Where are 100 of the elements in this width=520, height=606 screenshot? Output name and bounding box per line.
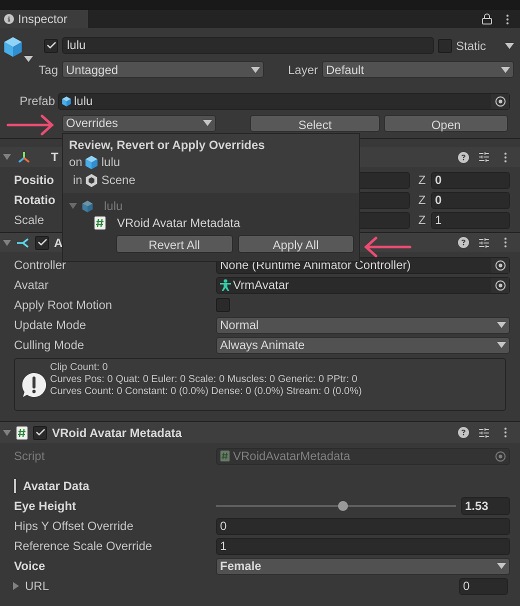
- number-field[interactable]: 0: [431, 192, 510, 208]
- caret-icon: [501, 66, 510, 72]
- dropdown[interactable]: Default: [322, 61, 514, 78]
- in-label: in: [73, 172, 82, 189]
- script-icon: [16, 426, 28, 440]
- info-text: Curves Count: 0 Constant: 0 (0.0%) Dense: 0 (0.0%) Stream: 0 (0.0%): [50, 386, 362, 398]
- branch-icon: [16, 236, 30, 248]
- object-field[interactable]: VrmAvatar: [216, 276, 510, 294]
- field-label: Prefab: [18, 93, 56, 110]
- cube-icon: [84, 154, 100, 170]
- dropdown-caret-icon: [24, 56, 33, 62]
- overrides-dropdown[interactable]: Overrides: [62, 114, 216, 132]
- field-label: Rotatio: [14, 192, 56, 209]
- enabled-checkbox[interactable]: [35, 236, 49, 250]
- script-icon: [220, 450, 230, 462]
- active-checkbox[interactable]: [44, 38, 58, 52]
- field-label: Scale: [14, 212, 44, 229]
- caret-icon: [251, 66, 260, 72]
- target-name: lulu: [101, 154, 120, 171]
- caret-icon: [497, 342, 506, 348]
- field-label: Hips Y Offset Override: [14, 518, 134, 535]
- scene-icon: [84, 172, 100, 188]
- popup-title: Review, Revert or Apply Overrides: [69, 137, 266, 153]
- arrow-icon: [362, 236, 412, 258]
- arrow-icon: [6, 114, 56, 136]
- caret-icon: [497, 563, 506, 569]
- number-field[interactable]: 1.53: [461, 497, 510, 515]
- field-label: URL: [25, 578, 50, 595]
- cube-icon: [2, 36, 24, 58]
- name-field[interactable]: lulu: [62, 37, 434, 54]
- settings-icon[interactable]: [478, 236, 490, 248]
- number-field[interactable]: 1: [216, 538, 510, 554]
- dropdown[interactable]: Normal: [216, 316, 510, 334]
- object-field[interactable]: lulu: [58, 92, 510, 110]
- help-icon[interactable]: [458, 152, 469, 162]
- settings-icon[interactable]: [478, 151, 490, 163]
- expand-arrow-icon[interactable]: [3, 238, 11, 246]
- open-button[interactable]: Open: [384, 114, 508, 132]
- caret-icon: [203, 120, 212, 126]
- component-title: VRoid Avatar Metadata: [52, 424, 182, 442]
- enabled-checkbox[interactable]: [33, 426, 47, 440]
- field-label: Reference Scale Override: [14, 538, 154, 555]
- dropdown[interactable]: Female: [216, 558, 510, 574]
- check-icon: [34, 427, 46, 438]
- collapse-arrow-icon[interactable]: [12, 582, 20, 590]
- static-checkbox[interactable]: [438, 38, 452, 52]
- field-label: Controller: [14, 257, 68, 274]
- count-field[interactable]: 0: [459, 578, 508, 594]
- field-label: Layer: [288, 62, 318, 78]
- cube-icon: [61, 96, 72, 106]
- section-title: Avatar Data: [23, 478, 90, 495]
- dropdown[interactable]: Untagged: [62, 61, 264, 78]
- tree-item[interactable]: VRoid Avatar Metadata: [117, 214, 240, 232]
- field-label: Positio: [14, 172, 54, 189]
- target-icon[interactable]: [494, 260, 506, 270]
- checkbox[interactable]: [216, 298, 230, 312]
- field-label: Apply Root Motion: [14, 297, 114, 314]
- expand-arrow-icon[interactable]: [3, 428, 11, 436]
- target-icon[interactable]: [494, 96, 506, 106]
- static-label: Static: [456, 38, 486, 54]
- number-field[interactable]: 0: [431, 172, 510, 188]
- field-label: Update Mode: [14, 317, 88, 334]
- field-label: Culling Mode: [14, 337, 86, 354]
- warning-icon: [20, 371, 48, 399]
- help-icon[interactable]: [458, 237, 469, 248]
- axes-icon: [17, 150, 31, 164]
- field-label: Tag: [38, 62, 58, 78]
- lock-icon[interactable]: [481, 13, 493, 25]
- component-title: A: [54, 234, 63, 252]
- number-field[interactable]: 0: [216, 518, 510, 534]
- caret-icon: [497, 322, 506, 328]
- field-label: Eye Height: [14, 498, 78, 515]
- field-label: Voice: [14, 558, 46, 575]
- info-text: Clip Count: 0: [50, 362, 109, 374]
- component-title: T: [51, 149, 58, 166]
- check-icon: [36, 237, 48, 248]
- info-icon: [4, 14, 14, 24]
- target-icon[interactable]: [494, 280, 506, 290]
- axis-label: Z: [417, 172, 427, 189]
- check-icon: [46, 40, 56, 51]
- field-label: Script: [14, 448, 46, 465]
- axis-label: Z: [417, 212, 427, 229]
- number-field[interactable]: 1: [431, 212, 510, 228]
- help-icon[interactable]: [458, 427, 469, 438]
- select-button[interactable]: Select: [250, 114, 380, 132]
- slider-thumb[interactable]: [338, 501, 348, 511]
- figure-icon: [220, 279, 231, 291]
- dropdown[interactable]: Always Animate: [216, 336, 510, 354]
- expand-arrow-icon[interactable]: [3, 153, 11, 161]
- scene-name: Scene: [101, 172, 136, 189]
- inspector-tab[interactable]: Inspector: [0, 10, 88, 28]
- caret-icon: [505, 42, 514, 48]
- apply-all-button[interactable]: Apply All: [238, 235, 354, 253]
- field-label: Avatar: [14, 277, 50, 294]
- on-label: on: [69, 154, 82, 171]
- axis-label: Z: [417, 192, 427, 209]
- settings-icon[interactable]: [478, 426, 490, 438]
- cube-icon: [81, 200, 94, 212]
- revert-all-button[interactable]: Revert All: [116, 235, 232, 253]
- component-header[interactable]: VRoid Avatar Metadata: [0, 422, 520, 443]
